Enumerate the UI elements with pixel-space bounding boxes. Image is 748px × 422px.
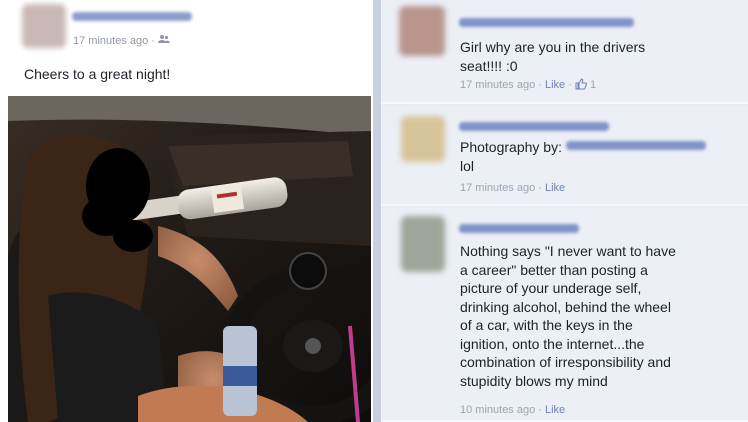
post-meta: 17 minutes ago · [73, 34, 170, 47]
tagged-name-redacted[interactable] [565, 141, 706, 150]
comment-time[interactable]: 17 minutes ago · [460, 79, 545, 91]
post-photo[interactable] [8, 96, 371, 422]
comment-text: Photography by: lol [460, 138, 706, 175]
comment-time[interactable]: 10 minutes ago · [460, 404, 545, 416]
like-link[interactable]: Like [545, 404, 565, 416]
friends-icon [158, 35, 170, 47]
commenter-avatar[interactable] [401, 216, 445, 272]
like-link[interactable]: Like [545, 79, 565, 91]
like-count: 1 [590, 79, 597, 91]
poster-name-redacted[interactable] [72, 12, 192, 21]
poster-avatar[interactable] [22, 4, 66, 48]
panel-divider [373, 0, 381, 422]
commenter-name-redacted[interactable] [459, 224, 579, 233]
commenter-name-redacted[interactable] [459, 18, 634, 27]
post-panel: 17 minutes ago · Cheers to a great night… [0, 0, 373, 422]
comment-meta: 10 minutes ago · Like [460, 404, 565, 416]
comment: Photography by: lol 17 minutes ago · Lik… [381, 106, 748, 206]
commenter-avatar[interactable] [401, 116, 445, 162]
comment-meta: 17 minutes ago · Like [460, 182, 565, 194]
comment-time[interactable]: 17 minutes ago · [460, 182, 545, 194]
thumbs-up-icon[interactable] [575, 78, 587, 90]
comments-panel: Girl why are you in the drivers seat!!!!… [381, 0, 748, 422]
commenter-name-redacted[interactable] [459, 122, 609, 131]
comment: Girl why are you in the drivers seat!!!!… [381, 0, 748, 104]
car-interior-photo [8, 96, 371, 422]
post-text: Cheers to a great night! [24, 66, 171, 82]
comment: Nothing says "I never want to have a car… [381, 208, 748, 422]
commenter-avatar[interactable] [399, 6, 445, 56]
post-header: 17 minutes ago · Cheers to a great night… [0, 0, 373, 92]
comment-text: Nothing says "I never want to have a car… [460, 243, 676, 389]
comment-text: Girl why are you in the drivers seat!!!!… [460, 39, 646, 74]
like-link[interactable]: Like [545, 182, 565, 194]
post-time[interactable]: 17 minutes ago · [73, 35, 155, 47]
comment-meta: 17 minutes ago · Like · 1 [460, 78, 597, 91]
